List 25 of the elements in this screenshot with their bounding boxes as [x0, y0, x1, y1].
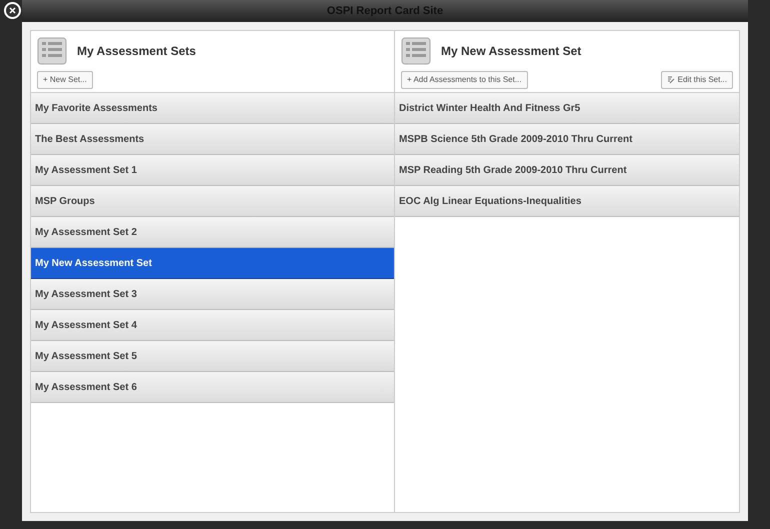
list-item[interactable]: The Best Assessments — [31, 124, 394, 155]
panel-title: My Assessment Sets — [77, 43, 196, 60]
list-item[interactable]: My Assessment Set 2 — [31, 217, 394, 248]
list-item[interactable]: EOC Alg Linear Equations-Inequalities — [395, 186, 739, 217]
list-item[interactable]: My Favorite Assessments — [31, 93, 394, 124]
add-assessments-button[interactable]: + Add Assessments to this Set... — [401, 71, 528, 89]
list-item[interactable]: MSP Reading 5th Grade 2009-2010 Thru Current — [395, 155, 739, 186]
list-item[interactable]: My Assessment Set 6 — [31, 372, 394, 403]
list-item[interactable]: MSP Groups — [31, 186, 394, 217]
panel-title: My New Assessment Set — [441, 43, 582, 60]
new-set-button[interactable]: + New Set... — [37, 71, 93, 89]
edit-set-button[interactable]: Edit this Set... — [660, 71, 733, 89]
list-item[interactable]: My New Assessment Set — [31, 248, 394, 279]
list-item[interactable]: My Assessment Set 1 — [31, 155, 394, 186]
list-item[interactable]: District Winter Health And Fitness Gr5 — [395, 93, 739, 124]
close-button[interactable] — [4, 2, 21, 19]
list-item[interactable]: My Assessment Set 4 — [31, 310, 394, 341]
list-item[interactable]: My Assessment Set 5 — [31, 341, 394, 372]
list-icon — [37, 37, 67, 65]
list-icon — [401, 37, 431, 65]
list-item[interactable]: MSPB Science 5th Grade 2009-2010 Thru Current — [395, 124, 739, 155]
list-item[interactable]: My Assessment Set 3 — [31, 279, 394, 310]
edit-label: Edit this Set... — [678, 74, 727, 86]
close-icon — [9, 7, 16, 14]
edit-icon — [666, 76, 675, 84]
